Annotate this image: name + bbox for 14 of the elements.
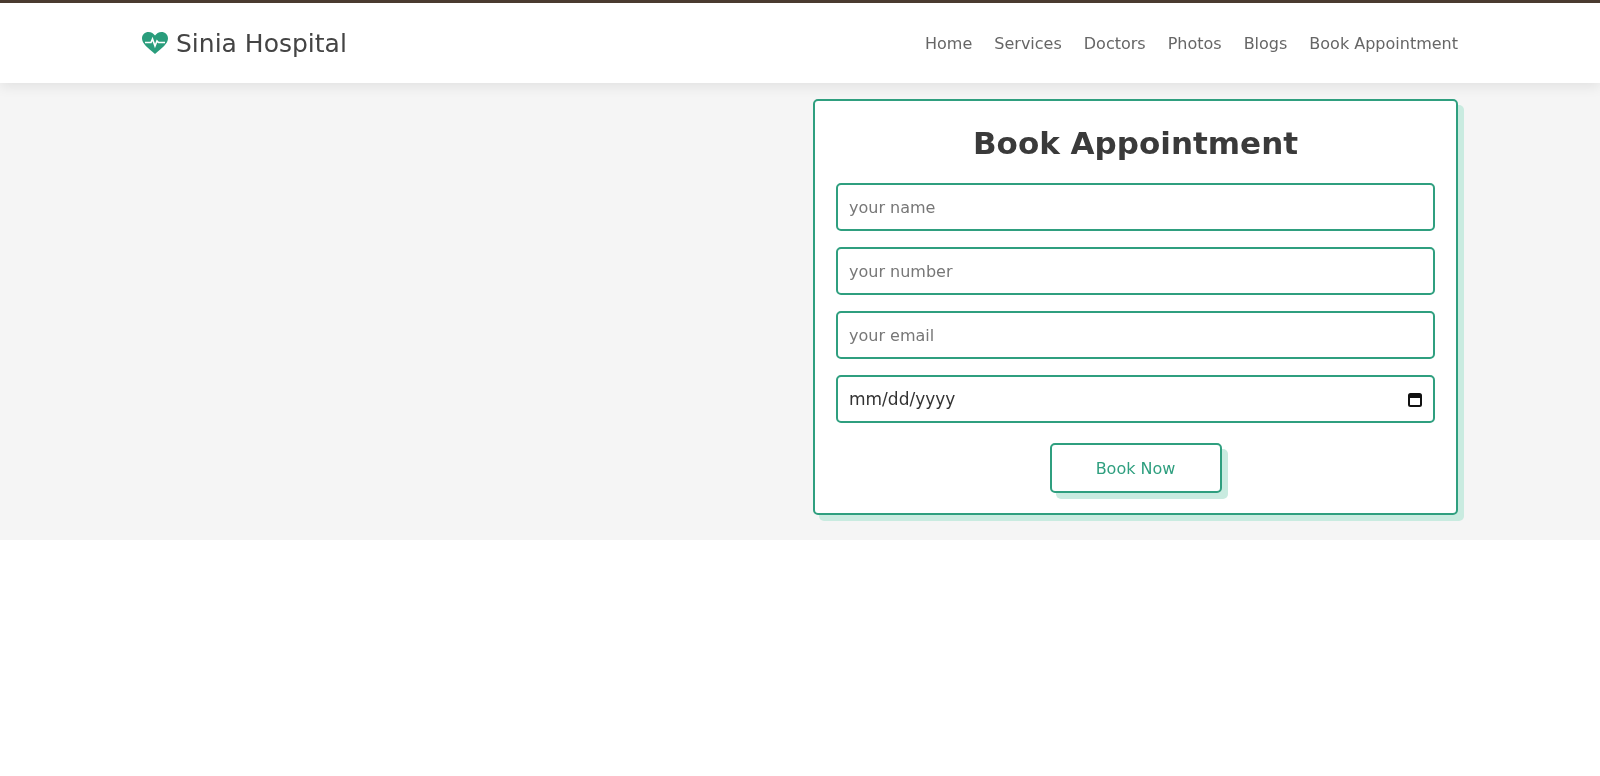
nav-link[interactable]: Doctors — [1083, 33, 1146, 53]
heart-pulse-icon — [142, 31, 168, 55]
date-field[interactable]: mm/dd/yyyy — [836, 375, 1435, 423]
nav-link[interactable]: Home — [925, 33, 973, 53]
form-title: Book Appointment — [972, 125, 1299, 161]
input-field[interactable]: your name — [836, 183, 1435, 231]
nav-link[interactable]: Book Appointment — [1309, 33, 1458, 53]
calendar-icon[interactable] — [1408, 391, 1422, 407]
logo-text[interactable]: Sinia Hospital — [176, 28, 347, 58]
input-field[interactable]: your number — [836, 247, 1435, 295]
input-field[interactable]: your email — [836, 311, 1435, 359]
nav-link[interactable]: Photos — [1167, 33, 1222, 53]
nav-link[interactable]: Blogs — [1243, 33, 1288, 53]
nav-link[interactable]: Services — [994, 33, 1062, 53]
